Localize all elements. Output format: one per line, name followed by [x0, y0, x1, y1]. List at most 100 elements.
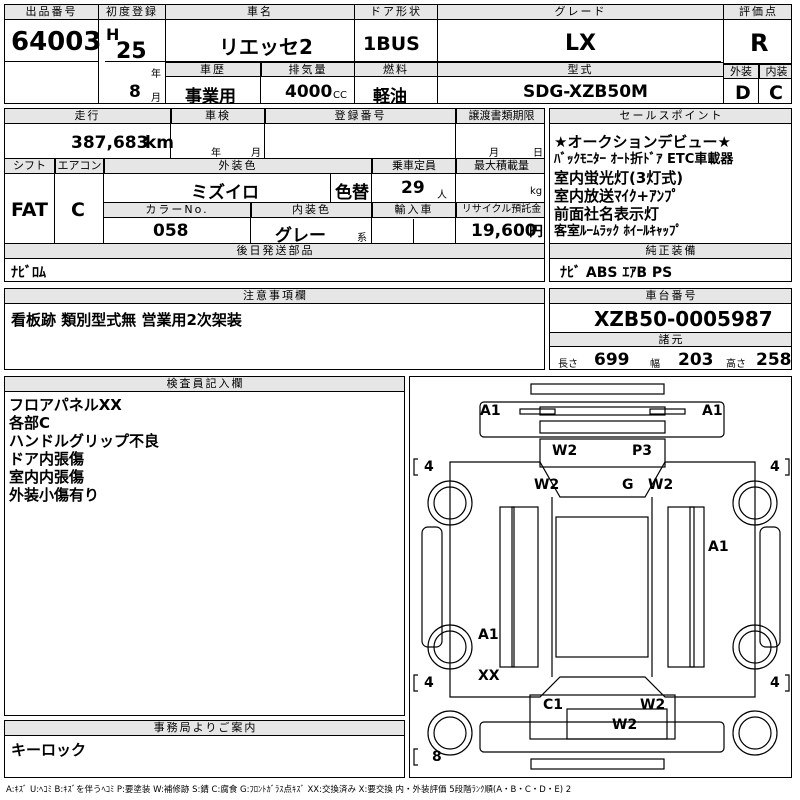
inspector-line: ハンドルグリップ不良	[9, 432, 160, 450]
transfer-month-unit: 月	[489, 148, 499, 159]
inspector-line: 室内内張傷	[9, 468, 85, 486]
office-block: 事務局よりご案内 キーロック	[4, 720, 405, 778]
disp-label: 排気量	[261, 62, 354, 77]
capacity-unit: 人	[437, 190, 447, 201]
int-score: C	[769, 82, 783, 104]
displacement: 4000	[285, 82, 333, 102]
sales-points-block: セールスポイント ★オークションデビュー★ ﾊﾞｯｸﾓﾆﾀｰ ｵｰﾄ折ﾄﾞｱ E…	[549, 108, 792, 282]
legend: A:ｷｽﾞ U:ﾍｺﾐ B:ｷｽﾞを伴うﾍｺﾐ P:要塗装 W:補修跡 S:錆 …	[6, 785, 572, 795]
inspection-label: 車検	[171, 109, 264, 124]
mark-rear-right: W2	[640, 697, 666, 713]
later-label: 後日発送部品	[5, 244, 544, 259]
tire-front-left: 4	[424, 459, 434, 475]
spec-label: 諸元	[550, 332, 791, 347]
ac-label: エアコン	[55, 159, 103, 174]
shift-label: シフト	[5, 159, 54, 174]
reg-year: 25	[116, 39, 147, 64]
inspector-line: 各部C	[9, 414, 51, 432]
int-label: 内装	[759, 64, 791, 79]
model-label: 型式	[438, 62, 723, 77]
sales-line: 室内蛍光灯(3灯式)	[554, 169, 684, 187]
chassis-block: 車台番号 XZB50-0005987 諸元 長さ 699 幅 203 高さ 25…	[549, 288, 792, 370]
insp-month-unit: 月	[251, 148, 261, 159]
fuel-label: 燃料	[355, 62, 437, 77]
import-label: 輸入車	[372, 203, 455, 218]
mark-front-right: A1	[702, 403, 723, 419]
mark-right-side: A1	[708, 539, 729, 555]
sales-line: ★オークションデビュー★	[554, 133, 731, 151]
tire-spare: 8	[432, 749, 442, 765]
mark-glass: G	[622, 477, 634, 493]
office-text: キーロック	[11, 741, 87, 759]
recycle: 19,600	[471, 221, 537, 241]
shift: FAT	[11, 199, 48, 221]
mileage-label: 走行	[5, 109, 170, 124]
intcolor-unit: 系	[357, 233, 367, 244]
capacity: 29	[401, 178, 425, 198]
mark-rear-left: C1	[543, 697, 564, 713]
header-block: 出品番号 64003 初度登録 H 25 年 8 月 車名 リエッセ2 車歴 排…	[4, 4, 792, 104]
body-outline	[449, 461, 756, 698]
equip-label: 純正装備	[550, 244, 791, 259]
recycle-unit: 円	[529, 224, 543, 240]
height-label: 高さ	[726, 359, 746, 370]
width: 203	[678, 350, 714, 370]
grade-label: グレード	[438, 5, 723, 20]
fuel: 軽油	[373, 87, 407, 104]
load-unit: kg	[530, 186, 543, 197]
ext-color: ミズイロ	[191, 183, 259, 203]
reg-month: 8	[129, 82, 141, 102]
mark-floor: XX	[478, 668, 500, 684]
notes-block: 注意事項欄 看板跡 類別型式無 営業用2次架装	[4, 288, 545, 370]
length-label: 長さ	[558, 359, 578, 370]
diagram-svg	[413, 383, 790, 770]
lot-label: 出品番号	[5, 5, 98, 20]
sales-line: 室内放送ﾏｲｸ+ｱﾝﾌﾟ	[554, 187, 680, 205]
mileage-unit: km	[145, 133, 175, 153]
mark-windshield-right: P3	[632, 443, 653, 459]
model: SDG-XZB50M	[523, 82, 648, 102]
reg-label: 初度登録	[99, 5, 165, 20]
transfer-day-unit: 日	[533, 148, 543, 159]
mark-windshield-left: W2	[552, 443, 578, 459]
lot-number: 64003	[11, 27, 102, 57]
height: 258	[756, 350, 792, 370]
ac: C	[71, 199, 85, 221]
tire-rear-right: 4	[770, 675, 780, 691]
mark-front-left: A1	[480, 403, 501, 419]
history-label: 車歴	[166, 62, 260, 77]
later-parts: ﾅﾋﾞﾛﾑ	[11, 265, 46, 281]
sales-line: 前面社名表示灯	[554, 205, 660, 223]
mark-front-body-right: W2	[648, 477, 674, 493]
equip: ﾅﾋﾞ ABS ｴｱB PS	[560, 265, 673, 281]
sales-line: ﾊﾞｯｸﾓﾆﾀｰ ｵｰﾄ折ﾄﾞｱ ETC車載器	[554, 152, 734, 167]
capacity-label: 乗車定員	[372, 159, 455, 174]
width-label: 幅	[650, 359, 660, 370]
name-label: 車名	[166, 5, 354, 20]
inspector-line: フロアパネルXX	[9, 396, 122, 414]
length: 699	[594, 350, 630, 370]
rear-bumper-outline	[530, 758, 665, 770]
tire-front-right: 4	[770, 459, 780, 475]
sales-line: 客室ﾙｰﾑﾗｯｸ ﾎｲｰﾙｷｬｯﾌﾟ	[554, 224, 683, 239]
ext-score: D	[735, 82, 751, 104]
color-label: 外装色	[104, 159, 371, 174]
recycle-label: リサイクル預託金	[456, 203, 544, 218]
color-no: 058	[153, 221, 189, 241]
grille-outline	[539, 406, 666, 416]
notes-text: 看板跡 類別型式無 営業用2次架装	[11, 311, 242, 329]
front-lower-outline	[539, 420, 666, 434]
score: R	[750, 29, 769, 57]
inspector-line: ドア内張傷	[9, 450, 85, 468]
chassis-label: 車台番号	[550, 289, 791, 304]
car-name: リエッセ2	[219, 35, 313, 59]
notes-label: 注意事項欄	[5, 289, 544, 304]
mark-front-body-left: W2	[534, 477, 560, 493]
vehicle-diagram: A1 A1 W2 P3 W2 G W2 A1 A1 XX C1 W2 W2 4 …	[409, 376, 792, 778]
inspector-block: 検査員記入欄 フロアパネルXX 各部C ハンドルグリップ不良 ドア内張傷 室内内…	[4, 376, 405, 716]
vehicle-info-block: 走行 車検 登録番号 譲渡書類期限 387,683 km 年 月 月 日 シフト…	[4, 108, 545, 282]
year-unit: 年	[151, 69, 161, 80]
front-bumper-outline	[530, 383, 665, 395]
door-label: ドア形状	[355, 5, 437, 20]
score-label: 評価点	[724, 5, 791, 20]
